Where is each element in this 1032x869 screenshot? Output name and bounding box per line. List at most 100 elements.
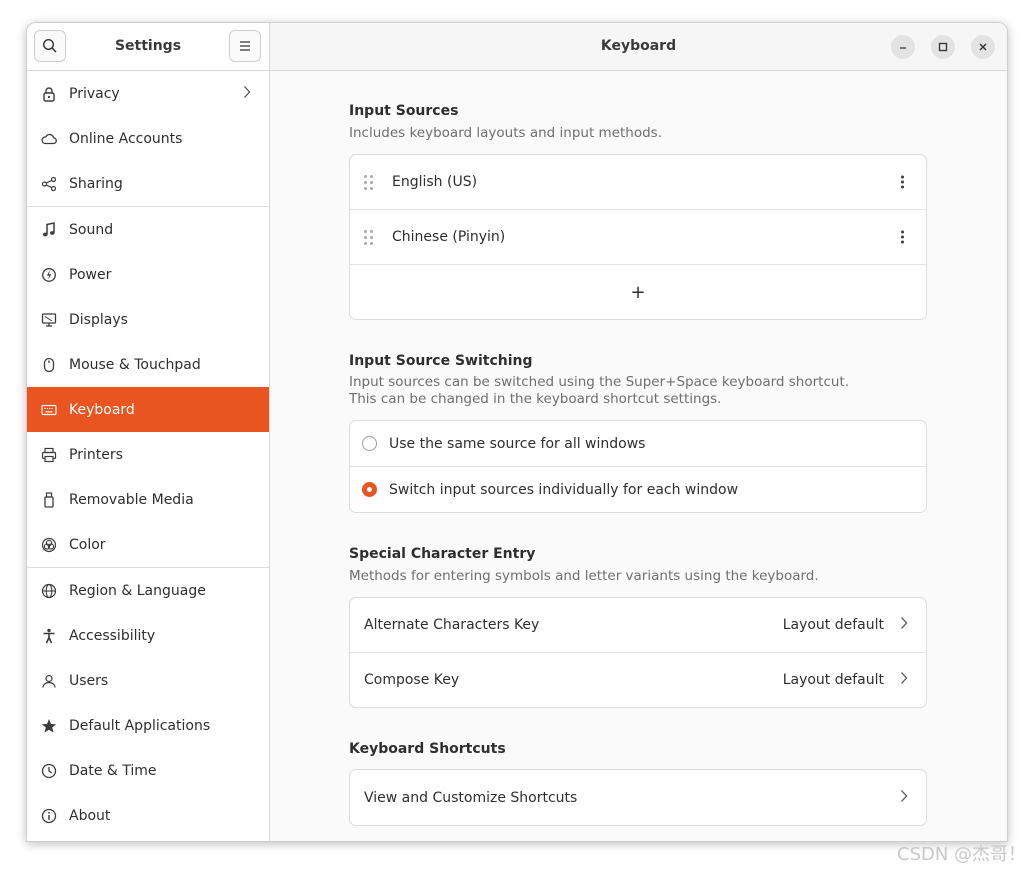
special-entry-title: Special Character Entry: [349, 546, 536, 562]
sidebar-item-label: Users: [69, 672, 109, 689]
alternate-characters-key-row[interactable]: Alternate Characters Key Layout default: [350, 598, 926, 653]
display-icon: [41, 312, 57, 328]
drag-handle-icon[interactable]: [364, 229, 374, 245]
sidebar-item-label: Accessibility: [69, 627, 156, 644]
color-icon: [41, 537, 57, 553]
sidebar-item-label: Default Applications: [69, 717, 211, 734]
row-value: Layout default: [782, 617, 884, 633]
sidebar-item-power[interactable]: Power: [27, 252, 269, 297]
menu-button[interactable]: [229, 30, 261, 62]
maximize-button[interactable]: [931, 35, 955, 59]
sidebar-item-accessibility[interactable]: Accessibility: [27, 613, 269, 658]
shortcuts-title: Keyboard Shortcuts: [349, 741, 506, 757]
star-icon: [41, 718, 57, 734]
more-options-icon[interactable]: [901, 229, 904, 246]
input-sources-title: Input Sources: [349, 103, 459, 119]
clock-icon: [41, 763, 57, 779]
switching-description-line-2: This can be changed in the keyboard shor…: [349, 391, 722, 407]
row-label: View and Customize Shortcuts: [364, 789, 578, 806]
settings-window: Settings Privacy Online Accounts Sharing…: [26, 22, 1008, 842]
input-source-row[interactable]: English (US): [350, 155, 926, 210]
radio-label: Use the same source for all windows: [389, 435, 646, 452]
sidebar-item-keyboard[interactable]: Keyboard: [27, 387, 269, 432]
sidebar-item-label: Keyboard: [69, 401, 135, 418]
sidebar-item-label: Sharing: [69, 175, 123, 192]
row-label: Compose Key: [364, 672, 460, 688]
minimize-icon: [900, 47, 906, 49]
music-note-icon: [41, 221, 57, 238]
radio-label: Switch input sources individually for ea…: [389, 481, 739, 498]
input-sources-list: English (US) Chinese (Pinyin) +: [349, 154, 927, 320]
sidebar-item-label: Displays: [69, 311, 128, 328]
sidebar-item-default-applications[interactable]: Default Applications: [27, 703, 269, 748]
special-entry-list: Alternate Characters Key Layout default …: [349, 597, 927, 708]
sidebar: Settings Privacy Online Accounts Sharing…: [27, 23, 270, 841]
sidebar-header: Settings: [27, 23, 269, 71]
sidebar-item-mouse-touchpad[interactable]: Mouse & Touchpad: [27, 342, 269, 387]
row-value: Layout default: [782, 672, 884, 688]
radio-button[interactable]: [362, 436, 377, 451]
add-input-source-button[interactable]: +: [350, 265, 926, 319]
main-panel: Keyboard Input Sources Includes keyboard…: [270, 23, 1007, 841]
sidebar-item-label: Online Accounts: [69, 130, 183, 147]
info-icon: [41, 808, 57, 824]
keyboard-settings-content: Input Sources Includes keyboard layouts …: [349, 70, 927, 826]
switching-title: Input Source Switching: [349, 353, 533, 369]
users-icon: [41, 673, 57, 689]
sidebar-item-printers[interactable]: Printers: [27, 432, 269, 477]
radio-button-selected[interactable]: [362, 482, 377, 497]
input-source-label: English (US): [392, 174, 478, 190]
sidebar-item-removable-media[interactable]: Removable Media: [27, 477, 269, 522]
sidebar-item-label: Power: [69, 266, 112, 283]
sidebar-item-label: Privacy: [69, 85, 120, 102]
chevron-right-icon: [900, 789, 908, 807]
chevron-right-icon: [243, 85, 251, 103]
power-icon: [41, 267, 57, 283]
sidebar-item-about[interactable]: About: [27, 793, 269, 838]
sidebar-item-date-time[interactable]: Date & Time: [27, 748, 269, 793]
chevron-right-icon: [900, 616, 908, 634]
sidebar-item-label: Mouse & Touchpad: [69, 356, 201, 373]
maximize-icon: [938, 42, 948, 52]
sidebar-item-label: Removable Media: [69, 491, 194, 508]
sidebar-item-label: Date & Time: [69, 762, 157, 779]
radio-individual-source[interactable]: Switch input sources individually for ea…: [350, 467, 926, 512]
chevron-right-icon: [900, 671, 908, 689]
more-options-icon[interactable]: [901, 174, 904, 191]
main-header: Keyboard: [270, 23, 1007, 71]
compose-key-row[interactable]: Compose Key Layout default: [350, 653, 926, 707]
sidebar-item-label: Printers: [69, 446, 123, 463]
close-icon: [979, 43, 987, 51]
printer-icon: [41, 447, 57, 463]
radio-same-source[interactable]: Use the same source for all windows: [350, 421, 926, 467]
sidebar-item-displays[interactable]: Displays: [27, 297, 269, 342]
sidebar-item-sound[interactable]: Sound: [27, 207, 269, 252]
accessibility-icon: [41, 628, 57, 644]
sidebar-item-color[interactable]: Color: [27, 522, 269, 567]
sidebar-item-users[interactable]: Users: [27, 658, 269, 703]
cloud-icon: [41, 131, 57, 147]
sidebar-item-online-accounts[interactable]: Online Accounts: [27, 116, 269, 161]
input-source-row[interactable]: Chinese (Pinyin): [350, 210, 926, 265]
add-icon: +: [630, 281, 646, 303]
sidebar-item-region-language[interactable]: Region & Language: [27, 568, 269, 613]
sidebar-item-sharing[interactable]: Sharing: [27, 161, 269, 206]
special-entry-description: Methods for entering symbols and letter …: [349, 568, 819, 584]
sidebar-nav: Privacy Online Accounts Sharing Sound Po…: [27, 71, 269, 838]
sidebar-item-label: Sound: [69, 221, 114, 238]
keyboard-icon: [41, 402, 57, 418]
row-label: Alternate Characters Key: [364, 617, 540, 633]
minimize-button[interactable]: [891, 35, 915, 59]
view-customize-shortcuts-row[interactable]: View and Customize Shortcuts: [350, 770, 926, 825]
sidebar-item-label: Color: [69, 536, 106, 553]
shortcuts-list: View and Customize Shortcuts: [349, 769, 927, 826]
lock-icon: [41, 86, 57, 102]
usb-icon: [41, 491, 57, 508]
input-sources-description: Includes keyboard layouts and input meth…: [349, 125, 662, 141]
sidebar-item-privacy[interactable]: Privacy: [27, 71, 269, 116]
drag-handle-icon[interactable]: [364, 174, 374, 190]
sidebar-item-label: Region & Language: [69, 582, 206, 599]
input-source-label: Chinese (Pinyin): [392, 229, 506, 245]
switching-description-line-1: Input sources can be switched using the …: [349, 374, 850, 390]
close-button[interactable]: [971, 35, 995, 59]
